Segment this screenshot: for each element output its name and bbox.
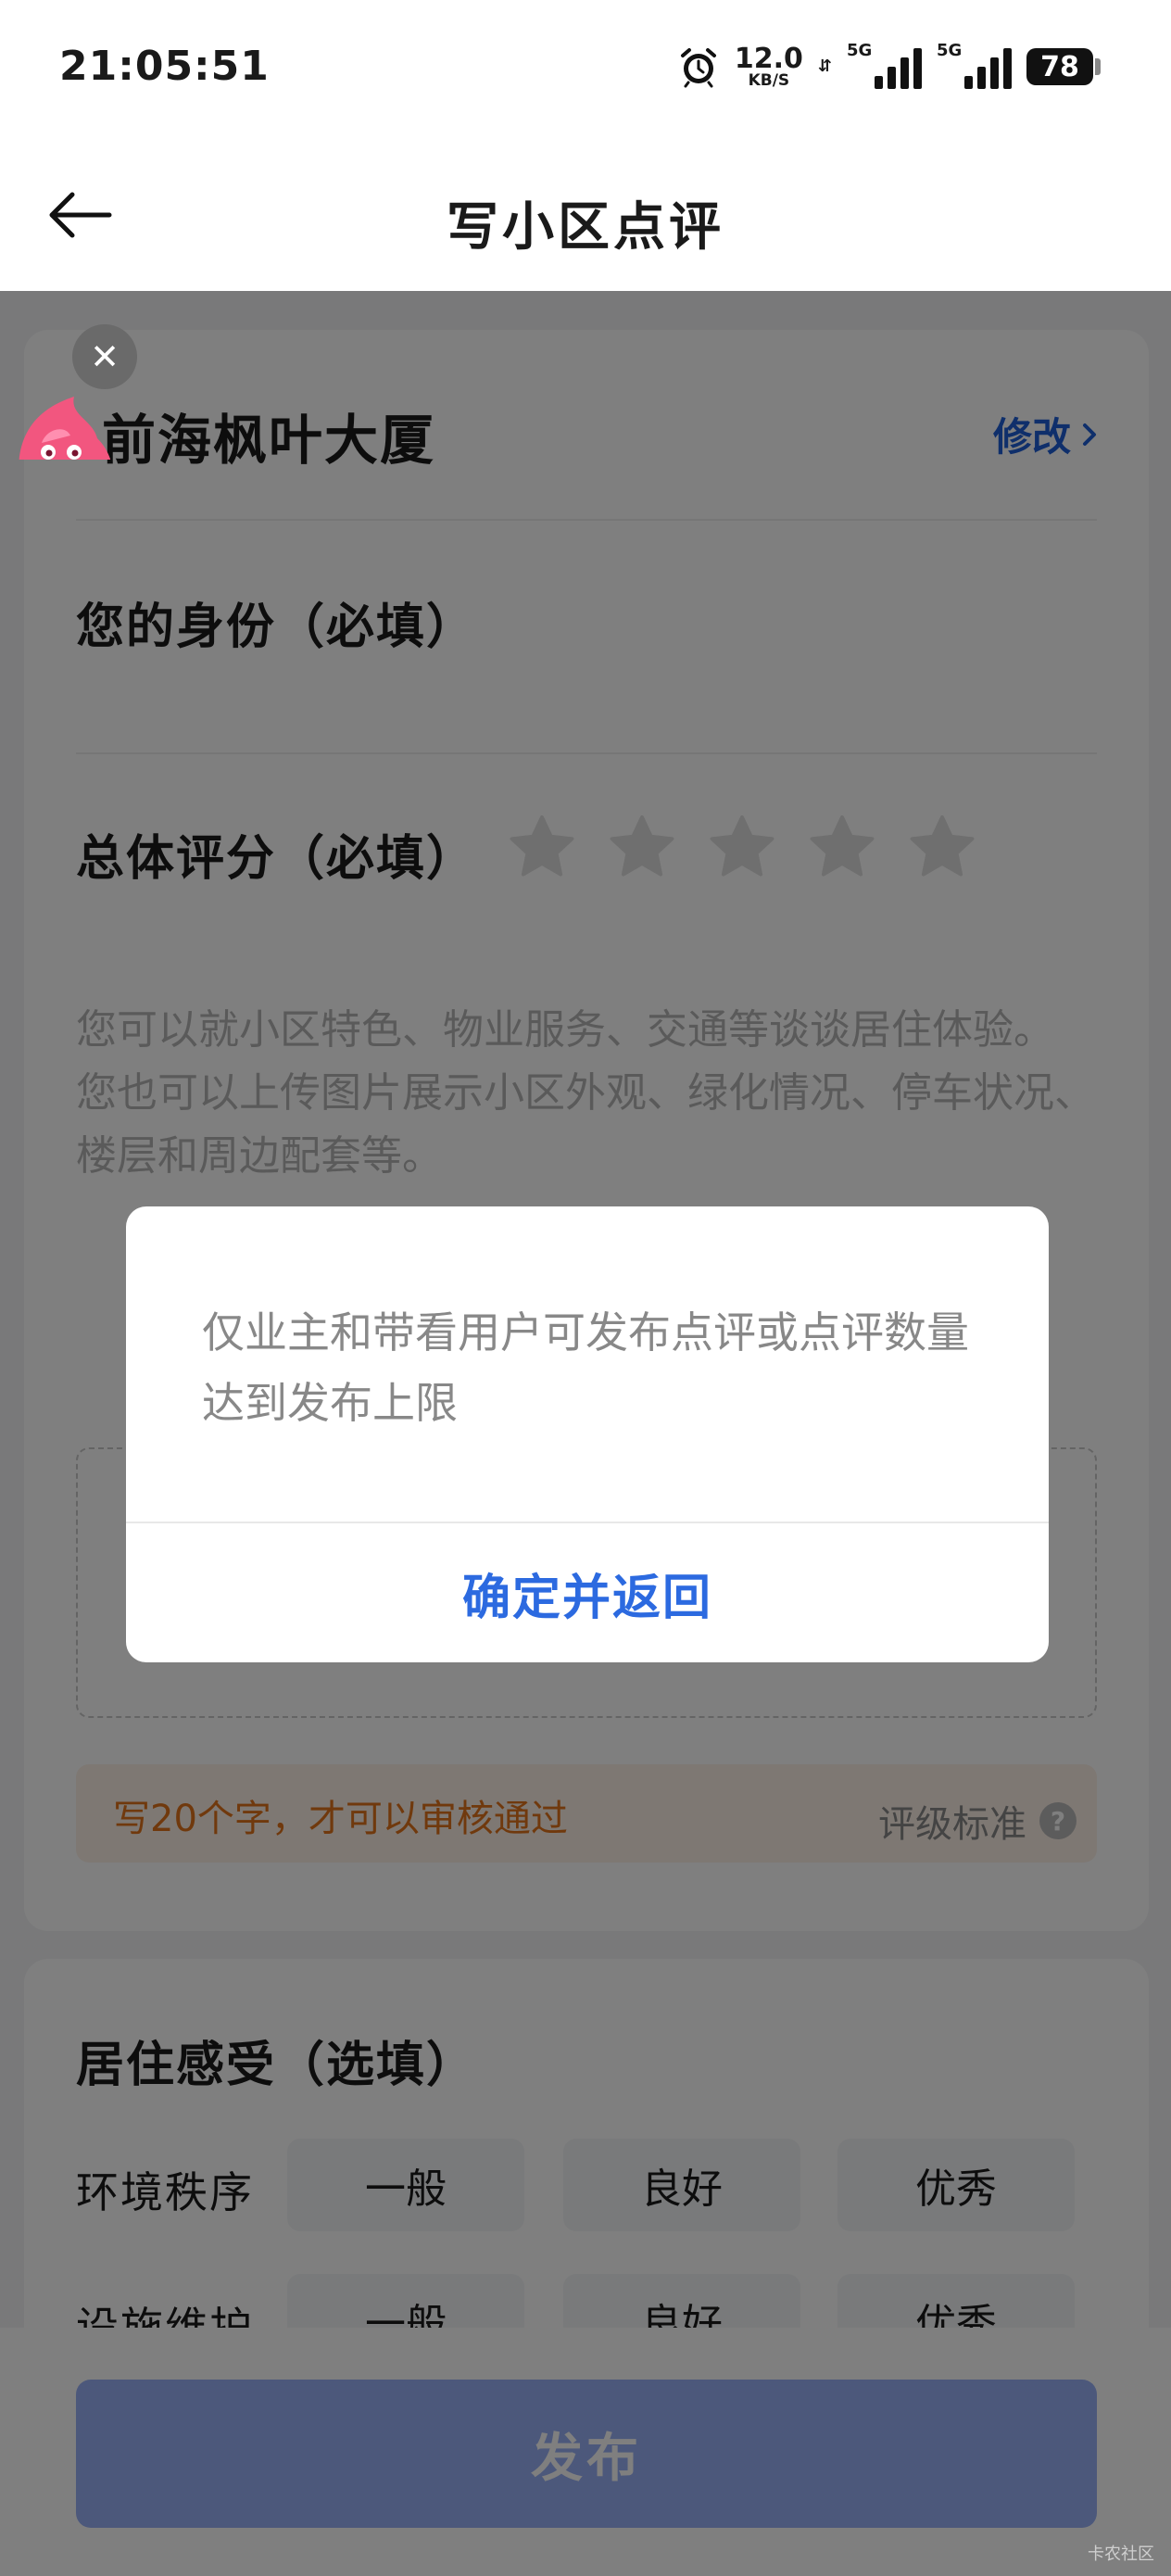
signal-label-1: 5G	[847, 41, 873, 60]
status-time: 21:05:51	[59, 43, 270, 90]
close-icon: ✕	[90, 336, 120, 377]
signal-icon-2: 5G	[937, 41, 1012, 89]
signal-icon-1: 5G	[847, 41, 922, 89]
mascot-icon[interactable]	[9, 387, 124, 460]
dialog-message: 仅业主和带看用户可发布点评或点评数量达到发布上限	[202, 1307, 969, 1428]
status-icons: 12.0 KB/S ⇵ 5G 5G 78	[677, 41, 1101, 93]
status-bar: 21:05:51 12.0 KB/S ⇵ 5G 5G 78	[0, 0, 1171, 139]
alert-dialog: 仅业主和带看用户可发布点评或点评数量达到发布上限 确定并返回	[126, 1206, 1049, 1662]
data-arrows-icon: ⇵	[817, 57, 832, 76]
net-speed: 12.0 KB/S	[734, 42, 803, 90]
nav-bar: 写小区点评	[0, 139, 1171, 291]
confirm-return-button[interactable]: 确定并返回	[126, 1523, 1049, 1662]
net-speed-unit: KB/S	[748, 70, 790, 90]
close-float-button[interactable]: ✕	[72, 324, 137, 389]
page-title: 写小区点评	[447, 197, 724, 258]
signal-label-2: 5G	[937, 41, 963, 60]
alarm-icon	[680, 48, 716, 88]
mascot-graphic	[19, 397, 111, 460]
net-speed-value: 12.0	[734, 42, 803, 75]
watermark: 卡农社区	[1088, 2544, 1154, 2564]
battery-icon: 78	[1026, 48, 1101, 85]
battery-level: 78	[1026, 48, 1093, 85]
